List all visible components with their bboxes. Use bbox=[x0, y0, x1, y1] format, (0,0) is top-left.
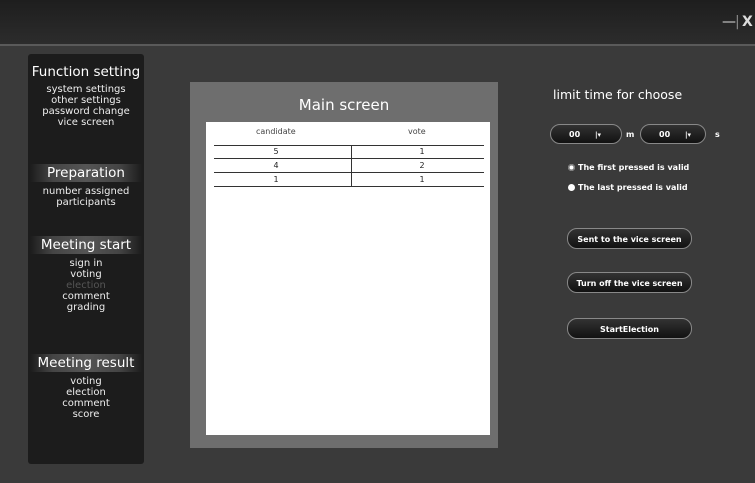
chevron-down-icon: |▾ bbox=[685, 131, 692, 139]
table-divider bbox=[214, 172, 484, 173]
sidebar-item-voting[interactable]: voting bbox=[28, 269, 144, 280]
meeting-result-group: Meeting result voting election comment s… bbox=[28, 352, 144, 420]
seconds-select[interactable]: 00 |▾ bbox=[640, 124, 706, 144]
table-cell-vote: 2 bbox=[419, 161, 425, 170]
meeting-result-title: Meeting result bbox=[30, 354, 142, 372]
minutes-select[interactable]: 00 |▾ bbox=[550, 124, 622, 144]
sidebar-item-grading[interactable]: grading bbox=[28, 302, 144, 313]
main-screen-title: Main screen bbox=[298, 96, 390, 114]
table-cell-candidate: 5 bbox=[273, 147, 279, 156]
chevron-down-icon: |▾ bbox=[595, 131, 602, 139]
table-cell-candidate: 4 bbox=[273, 161, 279, 170]
sidebar-item-participants[interactable]: participants bbox=[28, 197, 144, 208]
minutes-value: 00 bbox=[569, 130, 581, 139]
radio-first-pressed[interactable]: The first pressed is valid bbox=[568, 163, 689, 172]
radio-unselected-icon bbox=[568, 184, 575, 191]
sidebar-item-result-voting[interactable]: voting bbox=[28, 376, 144, 387]
table-divider bbox=[214, 145, 484, 146]
meeting-start-title: Meeting start bbox=[30, 236, 142, 254]
turn-off-vice-screen-button[interactable]: Turn off the vice screen bbox=[567, 272, 692, 293]
sidebar-item-result-election[interactable]: election bbox=[28, 387, 144, 398]
sidebar-item-comment[interactable]: comment bbox=[28, 291, 144, 302]
meeting-start-group: Meeting start sign in voting election co… bbox=[28, 234, 144, 313]
sidebar-item-system-settings[interactable]: system settings bbox=[28, 84, 144, 95]
title-separator: | bbox=[735, 14, 740, 30]
sidebar-item-number-assigned[interactable]: number assigned bbox=[28, 186, 144, 197]
main-screen-panel: Main screen candidate vote 5 1 4 2 1 1 bbox=[190, 82, 498, 448]
sidebar-item-vice-screen[interactable]: vice screen bbox=[28, 117, 144, 128]
title-bar: — | X bbox=[0, 0, 755, 46]
sidebar-item-election[interactable]: election bbox=[28, 280, 144, 291]
preparation-group: Preparation number assigned participants bbox=[28, 162, 144, 208]
limit-time-title: limit time for choose bbox=[553, 87, 683, 102]
column-header-vote: vote bbox=[408, 127, 426, 136]
table-cell-candidate: 1 bbox=[273, 175, 279, 184]
function-setting-group: Function setting system settings other s… bbox=[28, 58, 144, 128]
table-divider bbox=[214, 186, 484, 187]
table-divider bbox=[214, 158, 484, 159]
column-header-candidate: candidate bbox=[256, 127, 296, 136]
radio-selected-icon bbox=[568, 164, 575, 171]
seconds-value: 00 bbox=[659, 130, 671, 139]
table-cell-vote: 1 bbox=[419, 147, 425, 156]
sidebar: Function setting system settings other s… bbox=[28, 54, 144, 464]
function-setting-title: Function setting bbox=[31, 64, 141, 80]
start-election-button[interactable]: StartElection bbox=[567, 318, 692, 339]
sidebar-item-sign-in[interactable]: sign in bbox=[28, 258, 144, 269]
close-button[interactable]: X bbox=[742, 14, 753, 30]
sidebar-item-result-score[interactable]: score bbox=[28, 409, 144, 420]
sidebar-item-password-change[interactable]: password change bbox=[28, 106, 144, 117]
results-table: candidate vote 5 1 4 2 1 1 bbox=[206, 122, 490, 435]
radio-last-pressed[interactable]: The last pressed is valid bbox=[568, 183, 688, 192]
table-column-divider bbox=[351, 145, 352, 187]
radio-first-label: The first pressed is valid bbox=[578, 163, 690, 172]
radio-last-label: The last pressed is valid bbox=[578, 183, 688, 192]
sidebar-item-other-settings[interactable]: other settings bbox=[28, 95, 144, 106]
table-cell-vote: 1 bbox=[419, 175, 425, 184]
sidebar-item-result-comment[interactable]: comment bbox=[28, 398, 144, 409]
send-to-vice-screen-button[interactable]: Sent to the vice screen bbox=[567, 228, 692, 249]
seconds-unit: s bbox=[715, 130, 720, 139]
preparation-title: Preparation bbox=[30, 164, 142, 182]
minimize-button[interactable]: — bbox=[722, 14, 736, 30]
minutes-unit: m bbox=[626, 130, 635, 139]
